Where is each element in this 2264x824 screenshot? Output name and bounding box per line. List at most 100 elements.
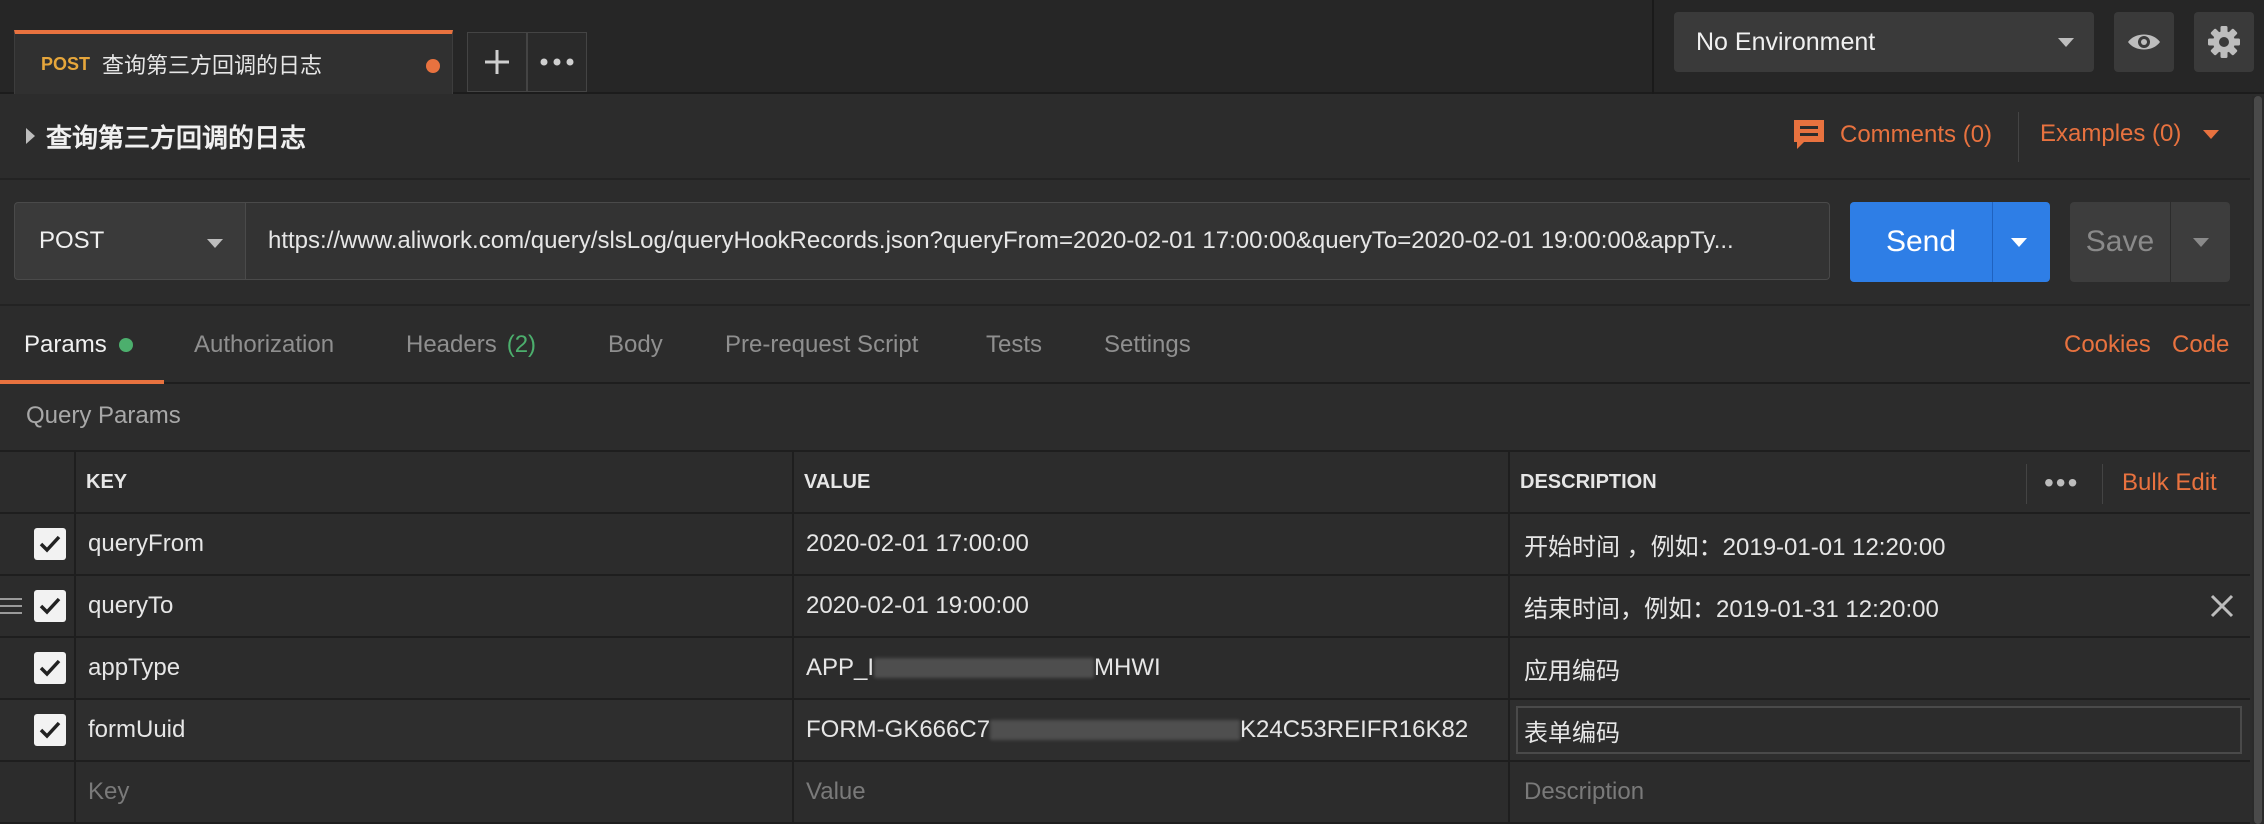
param-value-prefix: APP_I xyxy=(806,654,875,681)
params-more-button[interactable]: ••• xyxy=(2044,452,2079,514)
cookies-link[interactable]: Cookies xyxy=(2064,306,2151,384)
send-options-chevron-icon[interactable] xyxy=(2011,237,2027,247)
param-row: appType APP_I MHWI 应用编码 xyxy=(0,638,2250,700)
header-separator xyxy=(2026,464,2027,504)
tab-tests-label: Tests xyxy=(986,331,1043,358)
param-value[interactable]: APP_I MHWI xyxy=(806,638,1506,698)
param-value-suffix: K24C53REIFR16K82 xyxy=(1240,716,1469,743)
environment-quick-look-button[interactable] xyxy=(2114,12,2174,72)
param-row: queryFrom 2020-02-01 17:00:00 开始时间 ，例如：2… xyxy=(0,514,2250,576)
param-enabled-checkbox[interactable] xyxy=(34,714,66,746)
param-enabled-checkbox[interactable] xyxy=(34,528,66,560)
param-description[interactable]: 开始时间 ，例如：2019-01-01 12:20:00 xyxy=(1524,514,2214,574)
tab-prerequest-script[interactable]: Pre-request Script xyxy=(725,306,918,384)
tab-body[interactable]: Body xyxy=(608,306,663,384)
send-split-divider xyxy=(1992,202,1993,282)
environment-divider xyxy=(1652,0,1654,94)
send-button[interactable]: Send xyxy=(1850,202,2050,282)
code-link[interactable]: Code xyxy=(2172,306,2229,384)
scrollbar-thumb[interactable] xyxy=(2254,96,2262,824)
headers-count-badge: (2) xyxy=(506,331,537,358)
check-icon xyxy=(39,721,61,739)
request-tab[interactable]: POST 查询第三方回调的日志 xyxy=(14,30,453,94)
param-value[interactable]: 2020-02-01 17:00:00 xyxy=(806,514,1506,574)
column-divider xyxy=(1508,638,1510,698)
environment-label: No Environment xyxy=(1696,27,1876,56)
column-divider xyxy=(1508,700,1510,760)
param-row: queryTo 2020-02-01 19:00:00 结束时间，例如：2019… xyxy=(0,576,2250,638)
param-row-new: Key Value Description xyxy=(0,762,2250,824)
query-params-title: Query Params xyxy=(26,402,181,429)
examples-label: Examples (0) xyxy=(2040,120,2182,147)
url-input[interactable]: https://www.aliwork.com/query/slsLog/que… xyxy=(246,202,1830,280)
param-enabled-checkbox[interactable] xyxy=(34,652,66,684)
column-divider xyxy=(1508,514,1510,574)
key-column-header: KEY xyxy=(86,470,128,493)
request-name[interactable]: 查询第三方回调的日志 xyxy=(46,118,306,155)
scrollbar[interactable] xyxy=(2252,96,2264,824)
unsaved-dot-icon xyxy=(426,59,440,73)
param-value[interactable]: FORM-GK666C7 K24C53REIFR16K82 xyxy=(806,700,1506,760)
save-button[interactable]: Save xyxy=(2070,202,2230,282)
comments-label: Comments (0) xyxy=(1840,121,1993,148)
tab-body-label: Body xyxy=(608,331,663,358)
comment-icon xyxy=(1794,120,1824,149)
drag-handle-icon[interactable] xyxy=(0,598,22,616)
tab-params[interactable]: Params xyxy=(24,306,133,384)
request-subtabs: Params Authorization Headers (2) Body Pr… xyxy=(0,304,2250,384)
param-key[interactable]: formUuid xyxy=(88,700,788,760)
column-divider xyxy=(74,514,76,574)
comments-button[interactable]: Comments (0) xyxy=(1792,118,1992,152)
bulk-edit-button[interactable]: Bulk Edit xyxy=(2122,452,2217,514)
column-divider xyxy=(74,700,76,760)
param-key[interactable]: queryFrom xyxy=(88,514,788,574)
param-enabled-checkbox[interactable] xyxy=(34,590,66,622)
tab-settings[interactable]: Settings xyxy=(1104,306,1191,384)
header-separator xyxy=(2102,464,2103,504)
active-tab-underline xyxy=(0,380,164,384)
close-icon[interactable] xyxy=(2208,592,2236,620)
column-divider xyxy=(792,762,794,822)
send-label: Send xyxy=(1885,225,1957,258)
new-description-input[interactable]: Description xyxy=(1524,762,2214,822)
chevron-down-icon xyxy=(2203,129,2220,139)
request-tab-method: POST xyxy=(41,53,91,74)
column-divider xyxy=(74,638,76,698)
column-divider xyxy=(1508,762,1510,822)
examples-dropdown[interactable]: Examples (0) xyxy=(2040,120,2220,148)
tab-prerequest-label: Pre-request Script xyxy=(725,331,919,358)
column-divider xyxy=(792,638,794,698)
tab-authorization[interactable]: Authorization xyxy=(194,306,334,384)
redacted-blur xyxy=(990,720,1241,740)
tab-headers[interactable]: Headers (2) xyxy=(406,306,536,384)
param-description[interactable]: 表单编码 xyxy=(1524,700,2214,760)
param-description[interactable]: 应用编码 xyxy=(1524,638,2214,698)
new-key-input[interactable]: Key xyxy=(88,762,788,822)
new-tab-button[interactable] xyxy=(467,32,527,92)
new-value-input[interactable]: Value xyxy=(806,762,1506,822)
method-select[interactable]: POST xyxy=(14,202,246,280)
param-description[interactable]: 结束时间，例如：2019-01-31 12:20:00 xyxy=(1524,576,2214,636)
tab-more-button[interactable] xyxy=(527,32,587,92)
param-value-prefix: FORM-GK666C7 xyxy=(806,716,991,743)
tab-params-label: Params xyxy=(24,331,107,358)
column-divider xyxy=(792,576,794,636)
check-icon xyxy=(39,659,61,677)
save-options-chevron-icon[interactable] xyxy=(2193,237,2209,247)
param-value-suffix: MHWI xyxy=(1094,654,1161,681)
expand-arrow-icon[interactable] xyxy=(26,128,35,144)
chevron-down-icon xyxy=(207,239,223,248)
tab-authorization-label: Authorization xyxy=(194,331,335,358)
tab-tests[interactable]: Tests xyxy=(986,306,1042,384)
params-header-row: KEY VALUE DESCRIPTION ••• Bulk Edit xyxy=(0,450,2250,514)
environment-select[interactable]: No Environment xyxy=(1674,12,2094,72)
top-tab-bar: POST 查询第三方回调的日志 No Environment xyxy=(0,0,2264,94)
settings-button[interactable] xyxy=(2194,12,2254,72)
redacted-blur xyxy=(874,658,1095,678)
param-value[interactable]: 2020-02-01 19:00:00 xyxy=(806,576,1506,636)
column-divider xyxy=(1508,576,1510,636)
param-key[interactable]: appType xyxy=(88,638,788,698)
param-key[interactable]: queryTo xyxy=(88,576,788,636)
column-divider xyxy=(792,452,794,512)
ellipsis-icon xyxy=(540,58,574,66)
